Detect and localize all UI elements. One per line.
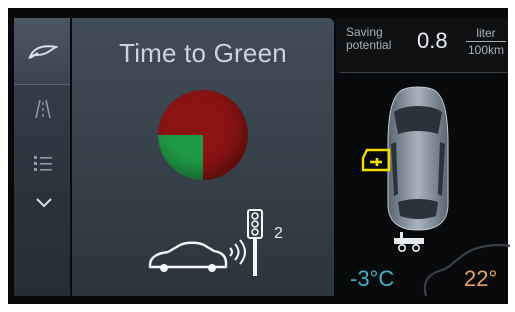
chevron-down-icon[interactable] — [35, 196, 53, 208]
leaf-icon — [28, 45, 58, 60]
saving-label-line2: potential — [346, 38, 392, 52]
door-open-warning-icon — [361, 148, 391, 172]
car-with-signal-icon — [148, 209, 263, 276]
vehicle-top-view-icon — [387, 86, 449, 231]
unit-fraction-line — [466, 41, 506, 42]
road-lanes-icon[interactable] — [34, 98, 52, 120]
outside-temperature: -3°C — [350, 266, 395, 291]
divider — [340, 72, 508, 73]
saving-value: 0.8 — [417, 28, 448, 53]
sidebar — [14, 18, 70, 296]
inside-temperature: 22° — [464, 266, 498, 291]
signal-count: 2 — [274, 225, 283, 242]
unit-liter: liter — [476, 26, 496, 40]
sidebar-item-eco[interactable] — [14, 18, 70, 85]
saving-potential-label: Saving potential — [346, 26, 406, 52]
page-title: Time to Green — [119, 38, 287, 68]
list-icon[interactable] — [33, 154, 53, 174]
unit-100km: 100km — [467, 43, 505, 57]
pie-shading — [158, 90, 248, 180]
